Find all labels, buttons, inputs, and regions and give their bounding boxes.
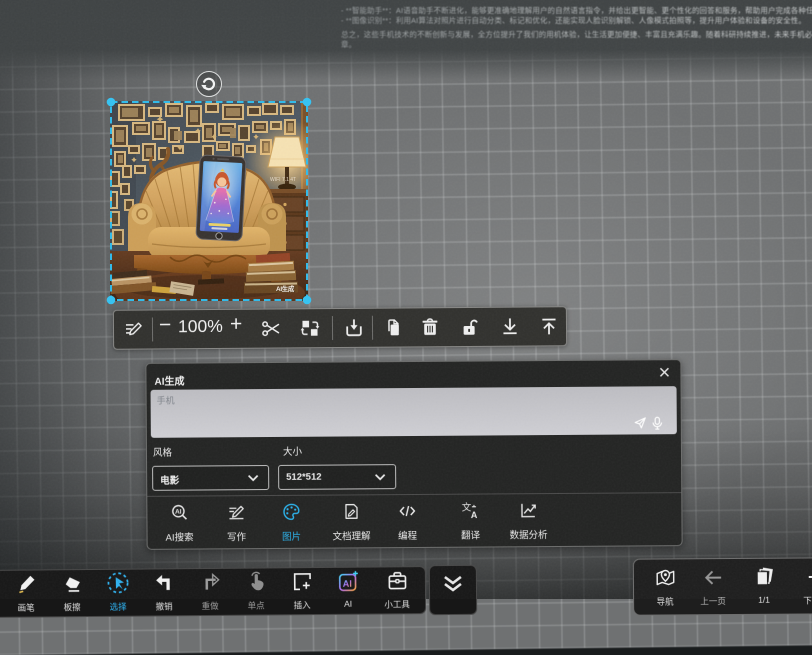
svg-text:AI: AI bbox=[175, 509, 182, 516]
svg-text:A: A bbox=[471, 510, 478, 520]
svg-text:AI: AI bbox=[342, 579, 351, 589]
